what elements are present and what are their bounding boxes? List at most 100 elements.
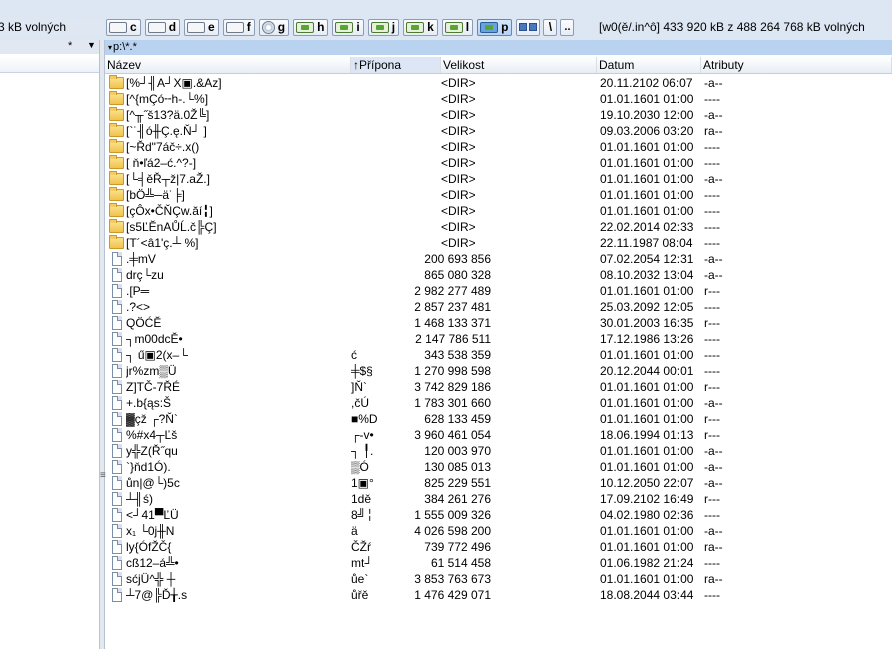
folder-row[interactable]: [ ň•ľá2–ć.^?-] <DIR> 01.01.1601 01:00 ----	[105, 155, 892, 171]
drive-button-j[interactable]: j	[367, 18, 400, 36]
column-attributes[interactable]: Atributy	[701, 57, 892, 73]
folder-row[interactable]: [^{mÇó╌h-.└%] <DIR> 01.01.1601 01:00 ----	[105, 91, 892, 107]
file-row[interactable]: ┐m00dcĚ• 2 147 786 511 17.12.1986 13:26 ---…	[105, 331, 892, 347]
network-drive-icon	[444, 21, 463, 33]
file-attributes: -a--	[704, 76, 723, 90]
root-button[interactable]: \	[543, 18, 558, 36]
file-size: <DIR>	[441, 172, 476, 186]
hard-drive-icon	[109, 21, 127, 33]
network-drive-icon	[370, 21, 389, 33]
file-attributes: -a--	[704, 172, 723, 186]
drive-button-d[interactable]: d	[144, 18, 181, 36]
file-icon	[112, 460, 122, 474]
file-row[interactable]: cß12–á╩• mt┘ 61 514 458 01.06.1982 21:24 ---…	[105, 555, 892, 571]
column-name[interactable]: Název	[105, 57, 351, 73]
column-date[interactable]: Datum	[597, 57, 701, 73]
drive-letter: i	[356, 20, 360, 34]
drive-letter: f	[246, 20, 251, 34]
file-attributes: -a--	[704, 268, 723, 282]
folder-row[interactable]: [%┘╢A┘X▣.&Az] <DIR> 20.11.2102 06:07 -a--	[105, 75, 892, 91]
file-row[interactable]: `}ňd1Ó). ▒Ó 130 085 013 01.01.1601 01:00 -a-…	[105, 459, 892, 475]
file-row[interactable]: +.b{ąs:Š ,čÚ 1 783 301 660 01.01.1601 01:00…	[105, 395, 892, 411]
file-attributes: ra--	[704, 124, 723, 138]
left-column-header[interactable]	[0, 56, 99, 73]
file-row[interactable]: jr%zm▒Ü ╪$§ 1 270 998 598 20.12.2044 00:01-…	[105, 363, 892, 379]
folder-row[interactable]: [T´<â1'ç.┴ %] <DIR> 22.11.1987 08:04 ----	[105, 235, 892, 251]
drive-button-g[interactable]: g	[258, 18, 290, 36]
file-name: QÖĆĔ	[126, 316, 162, 330]
file-date: 20.11.2102 06:07	[600, 76, 693, 90]
drive-button-k[interactable]: k	[403, 18, 438, 36]
file-date: 18.08.2044 03:44	[600, 588, 694, 602]
file-row[interactable]: x₁ └0j╫N ä 4 026 598 200 01.01.1601 01:00 -a…	[105, 523, 892, 539]
network-button[interactable]	[516, 18, 541, 36]
drive-button-h[interactable]: h	[293, 18, 329, 36]
hard-drive-icon	[225, 21, 244, 33]
drive-button-p[interactable]: p	[477, 18, 513, 36]
file-date: 01.01.1601 01:00	[600, 156, 694, 170]
drive-button-l[interactable]: l	[441, 18, 474, 36]
left-free-space: 3 kB volných	[0, 18, 103, 36]
file-row[interactable]: drç└zu 865 080 328 08.10.2032 13:04 -a--	[105, 267, 892, 283]
right-panel: ▾p:\*.* Název ↑Přípona Velikost Datum At…	[105, 40, 892, 649]
file-row[interactable]: ůn|@└)5c 1▣° 825 229 551 10.12.2050 22:07 -a…	[105, 475, 892, 491]
right-path-bar[interactable]: ▾p:\*.*	[105, 40, 892, 55]
file-date: 18.06.1994 01:13	[600, 428, 694, 442]
file-row[interactable]: sćjÜ^╬ ┼ ůe` 3 853 763 673 01.01.1601 01:00…	[105, 571, 892, 587]
file-row[interactable]: .╪mV 200 693 856 07.02.2054 12:31 -a--	[105, 251, 892, 267]
path-dropdown-icon[interactable]: ▾	[108, 43, 112, 52]
file-row[interactable]: %#x4┬Ľš ┌-v• 3 960 461 054 18.06.1994 01:13…	[105, 427, 892, 443]
file-name: [└╡ěŘ┬ž|7.aŽ.]	[126, 172, 210, 186]
file-name: [bÖ╩─ä˙╞]	[126, 188, 185, 202]
file-attributes: ----	[704, 140, 720, 154]
network-icon	[519, 23, 528, 31]
file-name: +.b{ąs:Š	[126, 396, 172, 410]
file-date: 01.01.1601 01:00	[600, 140, 694, 154]
file-row[interactable]: ┴╢ś) 1dě 384 261 276 17.09.2102 16:49 r---	[105, 491, 892, 507]
file-size: 3 960 461 054	[414, 428, 491, 442]
file-attributes: r---	[704, 380, 720, 394]
drive-letter: e	[208, 20, 215, 34]
folder-row[interactable]: [çÔx•ČŇÇw.ăí╏] <DIR> 01.01.1601 01:00 ----	[105, 203, 892, 219]
file-date: 01.01.1601 01:00	[600, 284, 694, 298]
file-name: cß12–á╩•	[126, 556, 179, 570]
file-attributes: r---	[704, 316, 720, 330]
parent-dir-button[interactable]: ..	[560, 18, 575, 36]
file-row[interactable]: ly{ÓfŽČ{ČŽŕ 739 772 496 01.01.1601 01:00 ra…	[105, 539, 892, 555]
drive-button-e[interactable]: e	[184, 18, 219, 36]
file-name: ůn|@└)5c	[126, 476, 180, 490]
drive-button-f[interactable]: f	[222, 18, 255, 36]
file-row[interactable]: .?<> 2 857 237 481 25.03.2092 12:05 ----	[105, 299, 892, 315]
history-dropdown-icon[interactable]: ▼	[87, 40, 96, 50]
file-row[interactable]: Z]TČ-7ŘÉ]Ň` 3 742 829 186 01.01.1601 01:00…	[105, 379, 892, 395]
file-date: 19.10.2030 12:00	[600, 108, 694, 122]
file-icon	[112, 396, 122, 410]
file-row[interactable]: y╬Z(Ř˝qu ┐ ╿. 120 003 970 01.01.1601 01:00-…	[105, 443, 892, 459]
drive-button-c[interactable]: c	[106, 18, 141, 36]
file-row[interactable]: QÖĆĔ 1 468 133 371 30.01.2003 16:35 r---	[105, 315, 892, 331]
file-attributes: r---	[704, 412, 720, 426]
folder-row[interactable]: [~Řd"7áč÷.x() <DIR> 01.01.1601 01:00 ----	[105, 139, 892, 155]
folder-row[interactable]: [bÖ╩─ä˙╞] <DIR> 01.01.1601 01:00 ----	[105, 187, 892, 203]
file-row[interactable]: .[P═ 2 982 277 489 01.01.1601 01:00 r---	[105, 283, 892, 299]
file-attributes: ----	[704, 332, 720, 346]
file-size: <DIR>	[441, 76, 476, 90]
file-row[interactable]: ┴7@╠Ď╁.s ůřě 1 476 429 071 18.08.2044 03:44…	[105, 587, 892, 603]
file-row[interactable]: ┐ ű▣2(x–└ ć 343 538 359 01.01.1601 01:00 ---…	[105, 347, 892, 363]
folder-row[interactable]: [└╡ěŘ┬ž|7.aŽ.] <DIR> 01.01.1601 01:00 -a--	[105, 171, 892, 187]
file-date: 01.06.1982 21:24	[600, 556, 694, 570]
file-row[interactable]: ▓çž ┌?Ň` ■%D 628 133 459 01.01.1601 01:00 r-…	[105, 411, 892, 427]
file-row[interactable]: <┘41▀ĽÜ 8╝╎ 1 555 009 326 04.02.1980 02:36-…	[105, 507, 892, 523]
folder-row[interactable]: [^╥˝š13?ä.0Ž╚] <DIR> 19.10.2030 12:00 -a--	[105, 107, 892, 123]
file-size: 865 080 328	[424, 268, 491, 282]
file-name: ┴7@╠Ď╁.s	[126, 588, 188, 602]
folder-row[interactable]: [`˙╢ó╫Ç.ę.Ň┘ ] <DIR> 09.03.2006 03:20 ra--	[105, 123, 892, 139]
filter-star[interactable]: *	[68, 40, 72, 52]
column-extension[interactable]: ↑Přípona	[351, 57, 441, 73]
drive-letter: c	[130, 20, 137, 34]
left-path-bar[interactable]: * ▼	[0, 40, 99, 54]
file-name: %#x4┬Ľš	[126, 428, 178, 442]
column-size[interactable]: Velikost	[441, 57, 597, 73]
drive-button-i[interactable]: i	[332, 18, 364, 36]
folder-row[interactable]: [s5ĽĔnAŮĹ.č╠Ç] <DIR> 22.02.2014 02:33 ----	[105, 219, 892, 235]
